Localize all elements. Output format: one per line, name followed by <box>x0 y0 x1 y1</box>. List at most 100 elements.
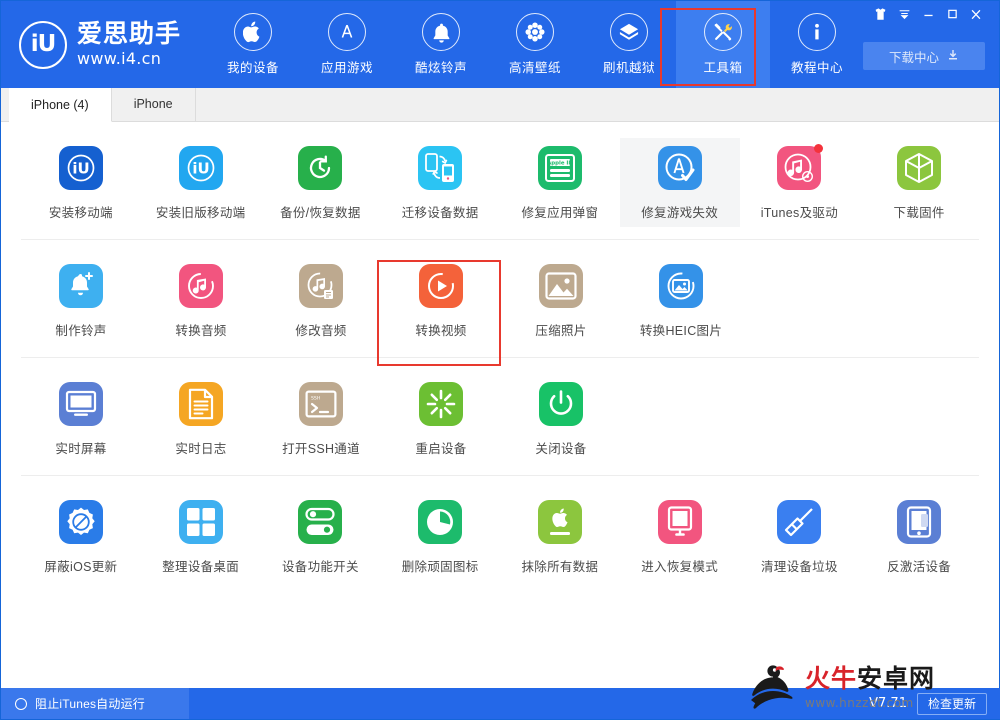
tool-item-label: 抹除所有数据 <box>521 560 599 574</box>
tool-item-label: 打开SSH通道 <box>282 442 360 456</box>
desktop-tidy-icon <box>178 500 223 544</box>
skin-icon[interactable] <box>869 4 891 24</box>
tool-item-ringtone-make[interactable]: 制作铃声 <box>21 256 141 345</box>
tool-item-restore[interactable]: 备份/恢复数据 <box>261 138 381 227</box>
tool-item-appleid-card[interactable]: Apple ID 修复应用弹窗 <box>500 138 620 227</box>
nav-item-3[interactable]: 酷炫铃声 <box>394 1 488 88</box>
tool-item-video-convert[interactable]: 转换视频 <box>381 256 501 345</box>
tool-item-desktop-tidy[interactable]: 整理设备桌面 <box>141 492 261 581</box>
device-tab-1[interactable]: iPhone (4) <box>9 88 112 122</box>
tool-item-label: 清理设备垃圾 <box>760 560 838 574</box>
tool-item-i4-app[interactable]: iU 安装移动端 <box>21 138 141 227</box>
tool-item-label: 备份/恢复数据 <box>280 206 361 220</box>
photo-compress-icon <box>539 264 583 308</box>
nav-item-4[interactable]: 高清壁纸 <box>488 1 582 88</box>
ringtone-make-icon <box>59 264 103 308</box>
tool-item-migrate[interactable]: 迁移设备数据 <box>380 138 500 227</box>
check-update-button[interactable]: 检查更新 <box>916 692 987 715</box>
nav-item-label: 高清壁纸 <box>508 61 561 75</box>
audio-edit-icon <box>299 264 343 308</box>
tool-item-label: 重启设备 <box>415 442 467 456</box>
tool-item-label: 安装移动端 <box>48 206 113 220</box>
tool-item-remove-icon[interactable]: 删除顽固图标 <box>380 492 500 581</box>
restore-icon <box>298 146 343 190</box>
migrate-icon <box>418 146 463 190</box>
tool-item-log-file[interactable]: 实时日志 <box>141 374 261 463</box>
download-center-button[interactable]: 下载中心 <box>863 42 985 70</box>
nav-item-6[interactable]: 工具箱 <box>676 1 770 88</box>
nav-item-2[interactable]: 应用游戏 <box>300 1 394 88</box>
tool-item-power-off[interactable]: 关闭设备 <box>501 374 621 463</box>
svg-text:Apple ID: Apple ID <box>547 161 573 167</box>
bell-icon <box>422 13 460 51</box>
nav-item-label: 工具箱 <box>703 61 743 75</box>
menu-icon[interactable] <box>893 4 915 24</box>
tool-item-i4-app-old[interactable]: iU 安装旧版移动端 <box>141 138 261 227</box>
device-tab-2[interactable]: iPhone <box>112 87 196 121</box>
power-off-icon <box>539 382 583 426</box>
tool-item-label: 修改音频 <box>295 324 347 338</box>
tool-item-block-update[interactable]: 屏蔽iOS更新 <box>21 492 141 581</box>
minimize-icon[interactable] <box>917 4 939 24</box>
toolbox-row-1: iU 安装移动端 iU 安装旧版移动端 备份/恢复数据 迁移设备数据 Apple ID 修复应… <box>21 122 979 240</box>
nav-item-1[interactable]: 我的设备 <box>206 1 300 88</box>
close-icon[interactable] <box>965 4 987 24</box>
tool-item-label: 制作铃声 <box>55 324 107 338</box>
tool-item-toggle-switch[interactable]: 设备功能开关 <box>261 492 381 581</box>
tool-item-label: 设备功能开关 <box>281 560 359 574</box>
appstore-fix-icon <box>657 146 702 190</box>
block-itunes-label: 阻止iTunes自动运行 <box>35 697 145 711</box>
i4-logo-icon: iU <box>19 20 67 69</box>
tool-item-ssh-terminal[interactable]: SSH 打开SSH通道 <box>261 374 381 463</box>
tool-item-audio-edit[interactable]: 修改音频 <box>261 256 381 345</box>
restart-icon <box>419 382 463 426</box>
tool-item-photo-compress[interactable]: 压缩照片 <box>501 256 621 345</box>
svg-text:iU: iU <box>192 160 209 178</box>
nav-item-label: 酷炫铃声 <box>414 61 467 75</box>
tool-item-audio-convert[interactable]: 转换音频 <box>141 256 261 345</box>
flower-icon <box>516 13 554 51</box>
block-update-icon <box>58 500 103 544</box>
status-right-group: V7.71 检查更新 <box>869 692 1000 715</box>
info-icon <box>798 13 836 51</box>
tool-item-recovery-mode[interactable]: 进入恢复模式 <box>620 492 740 581</box>
tool-item-firmware-box[interactable]: 下载固件 <box>859 138 979 227</box>
tool-item-restart[interactable]: 重启设备 <box>381 374 501 463</box>
i4-app-icon: iU <box>58 146 103 190</box>
svg-text:SSH: SSH <box>311 396 320 402</box>
nav-item-label: 教程中心 <box>790 61 843 75</box>
box-open-icon <box>610 13 648 51</box>
tool-item-label: 安装旧版移动端 <box>155 206 246 220</box>
tool-item-label: 下载固件 <box>893 206 945 220</box>
nav-item-7[interactable]: 教程中心 <box>770 1 864 88</box>
video-convert-icon <box>419 264 463 308</box>
tool-item-label: 修复应用弹窗 <box>521 206 599 220</box>
maximize-icon[interactable] <box>941 4 963 24</box>
nav-item-5[interactable]: 刷机越狱 <box>582 1 676 88</box>
deactivate-icon <box>897 500 942 544</box>
tool-item-screen-mirror[interactable]: 实时屏幕 <box>21 374 141 463</box>
tool-item-itunes[interactable]: iTunes及驱动 <box>740 138 860 227</box>
i4-app-old-icon: iU <box>178 146 223 190</box>
tool-item-label: 转换HEIC图片 <box>639 324 723 338</box>
notification-badge <box>814 144 824 153</box>
tool-item-appstore-fix[interactable]: 修复游戏失效 <box>619 138 740 227</box>
tool-item-label: 转换音频 <box>175 324 227 338</box>
app-window: iU 爱思助手 www.i4.cn 我的设备 应用游戏 酷炫铃声 高清壁纸 刷机越狱 工具… <box>0 0 1000 720</box>
toggle-switch-icon <box>298 500 343 544</box>
status-bar: 阻止iTunes自动运行 V7.71 检查更新 <box>1 688 1000 719</box>
screen-mirror-icon <box>59 382 103 426</box>
block-itunes-toggle[interactable]: 阻止iTunes自动运行 <box>1 688 189 719</box>
toolbox-row-4: 屏蔽iOS更新 整理设备桌面 设备功能开关 删除顽固图标 抹除所有数据 进入恢复模式 清理设… <box>21 476 979 593</box>
nav-item-label: 应用游戏 <box>320 61 373 75</box>
tool-item-clean-broom[interactable]: 清理设备垃圾 <box>740 492 860 581</box>
tool-item-label: iTunes及驱动 <box>760 206 838 220</box>
download-center-label: 下载中心 <box>888 50 939 65</box>
tool-item-heic-convert[interactable]: 转换HEIC图片 <box>621 256 741 345</box>
tool-item-label: 关闭设备 <box>535 442 587 456</box>
tool-item-erase-apple[interactable]: 抹除所有数据 <box>500 492 620 581</box>
nav-item-label: 我的设备 <box>226 61 279 75</box>
tool-item-deactivate[interactable]: 反激活设备 <box>859 492 979 581</box>
brand-logo[interactable]: iU 爱思助手 www.i4.cn <box>1 1 206 88</box>
audio-convert-icon <box>179 264 223 308</box>
